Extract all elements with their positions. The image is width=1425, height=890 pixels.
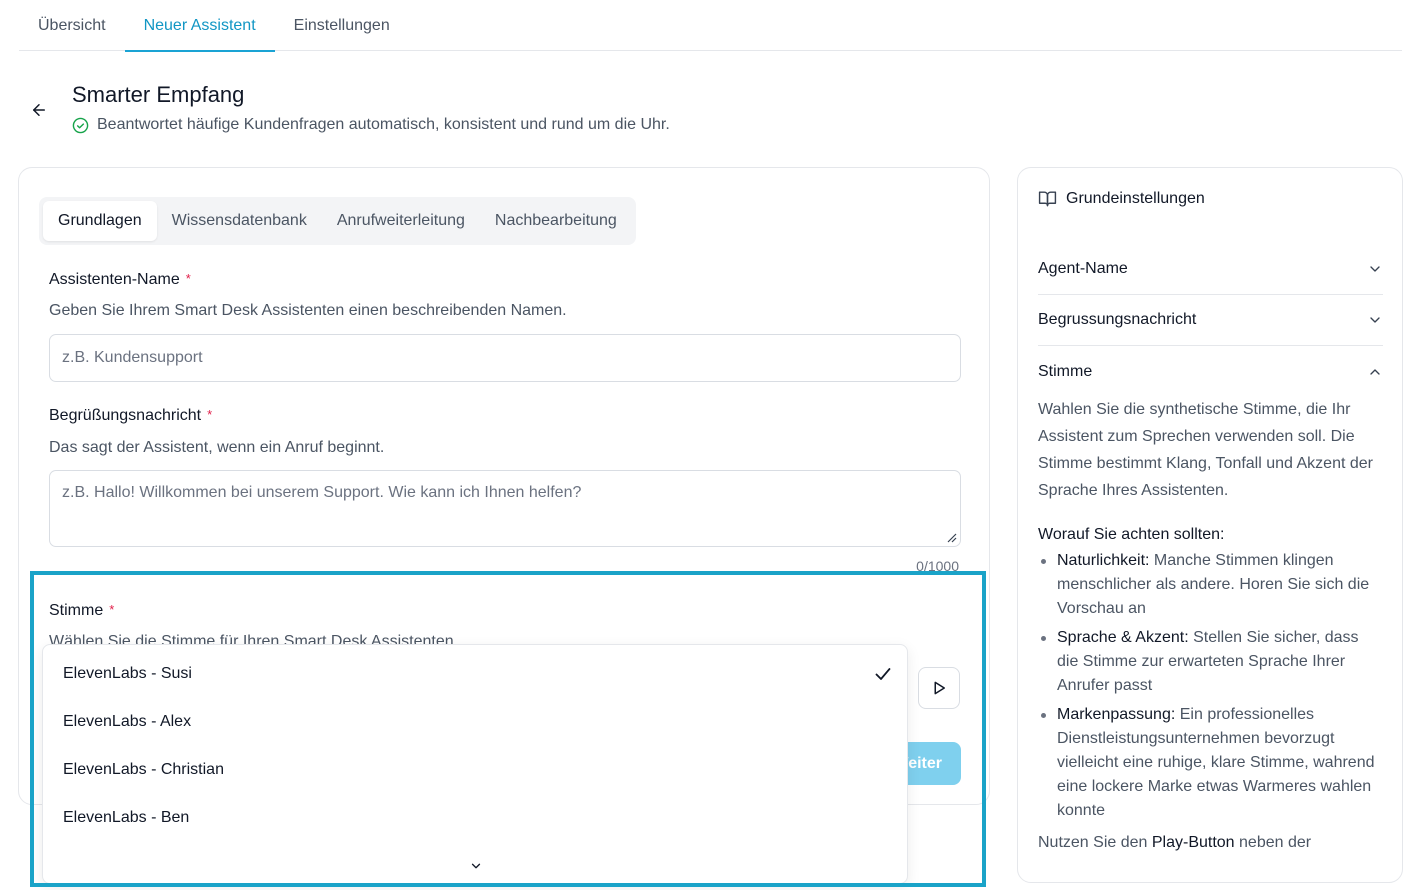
sidebar-footer-text: Nutzen Sie den Play-Button neben der (1038, 834, 1311, 852)
tips-heading: Worauf Sie achten sollten: (1038, 526, 1225, 543)
check-icon (875, 668, 891, 680)
play-icon (934, 681, 945, 695)
option-label: ElevenLabs - Susi (63, 665, 192, 682)
arrow-left-icon (33, 104, 45, 116)
sidebar-header: Grundeinstellungen (1038, 189, 1205, 208)
greeting-char-count: 0/1000 (916, 558, 959, 574)
voice-field-label: Stimme * (49, 602, 114, 620)
option-label: ElevenLabs - Alex (63, 713, 192, 730)
sidebar-title: Grundeinstellungen (1066, 189, 1205, 207)
check-circle-icon (72, 117, 89, 133)
greeting-textarea[interactable]: z.B. Hallo! Willkommen bei unserem Suppo… (49, 470, 961, 547)
greeting-field-label: Begrüßungsnachricht * (49, 407, 212, 425)
chevron-down-icon (1370, 317, 1380, 323)
page-subtitle: Beantwortet häufige Kundenfragen automat… (72, 116, 670, 134)
voice-option-alex[interactable]: ElevenLabs - Alex (43, 698, 907, 746)
footer-bold: Play-Button (1151, 834, 1235, 851)
greeting-label-text: Begrüßungsnachricht (49, 407, 202, 424)
accordion-label: Begrussungsnachricht (1038, 311, 1197, 328)
voice-option-christian[interactable]: ElevenLabs - Christian (43, 746, 907, 794)
chevron-down-icon (1370, 266, 1380, 272)
greeting-field-help: Das sagt der Assistent, wenn ein Anruf b… (49, 439, 385, 456)
chevron-up-icon (1370, 368, 1380, 375)
accordion-agent-name[interactable]: Agent-Name (1038, 244, 1383, 295)
form-tabs: Grundlagen Wissensdatenbank Anrufweiterl… (39, 197, 636, 245)
name-field-label: Assistenten-Name * (49, 271, 191, 289)
required-marker: * (185, 271, 191, 286)
list-item: Sprache & Akzent: Stellen Sie sicher, da… (1038, 626, 1383, 698)
required-marker: * (109, 602, 115, 617)
tab-grundlagen[interactable]: Grundlagen (43, 201, 157, 241)
greeting-placeholder: z.B. Hallo! Willkommen bei unserem Suppo… (62, 484, 582, 501)
voice-option-susi[interactable]: ElevenLabs - Susi (43, 650, 907, 698)
chevron-down-icon[interactable] (469, 859, 483, 873)
footer-post: neben der (1234, 834, 1312, 851)
top-tabs: Übersicht Neuer Assistent Einstellungen (19, 0, 1402, 52)
help-sidebar: Grundeinstellungen Agent-Name Begrussung… (1017, 167, 1403, 883)
subtitle-text: Beantwortet häufige Kundenfragen automat… (97, 116, 670, 133)
option-label: ElevenLabs - Ben (63, 809, 190, 826)
voice-description: Wahlen Sie die synthetische Stimme, die … (1038, 401, 1373, 499)
tab-wissensdatenbank[interactable]: Wissensdatenbank (157, 201, 322, 241)
footer-pre: Nutzen Sie den (1038, 834, 1152, 851)
accordion-begruessung[interactable]: Begrussungsnachricht (1038, 295, 1383, 346)
tab-einstellungen[interactable]: Einstellungen (275, 0, 409, 51)
accordion-label: Stimme (1038, 362, 1093, 380)
name-field-help: Geben Sie Ihrem Smart Desk Assistenten e… (49, 302, 567, 319)
tip-term: Naturlichkeit: (1057, 552, 1150, 569)
tab-anrufweiterleitung[interactable]: Anrufweiterleitung (322, 201, 480, 241)
required-marker: * (207, 407, 213, 422)
name-placeholder: z.B. Kundensupport (62, 349, 203, 366)
list-item: Markenpassung: Ein professionelles Diens… (1038, 703, 1383, 823)
voice-preview-button[interactable] (918, 667, 960, 709)
voice-dropdown: ElevenLabs - Susi ElevenLabs - Alex Elev… (42, 644, 908, 884)
voice-option-ben[interactable]: ElevenLabs - Ben (43, 794, 907, 842)
assistant-name-input[interactable]: z.B. Kundensupport (49, 334, 961, 382)
tab-nachbearbeitung[interactable]: Nachbearbeitung (480, 201, 632, 241)
accordion-label: Agent-Name (1038, 260, 1128, 277)
voice-label-text: Stimme (49, 602, 104, 619)
page-title: Smarter Empfang (72, 82, 245, 107)
back-button[interactable] (28, 99, 50, 121)
tab-neuer-assistent[interactable]: Neuer Assistent (124, 0, 275, 52)
option-label: ElevenLabs - Christian (63, 761, 224, 778)
book-open-icon (1038, 191, 1057, 207)
tab-uebersicht[interactable]: Übersicht (19, 0, 125, 51)
name-label-text: Assistenten-Name (49, 271, 180, 288)
tip-term: Markenpassung: (1057, 706, 1176, 723)
tips-list: Naturlichkeit: Manche Stimmen klingen me… (1038, 549, 1383, 828)
resize-grip-icon[interactable] (947, 533, 957, 543)
tip-term: Sprache & Akzent: (1057, 629, 1189, 646)
list-item: Naturlichkeit: Manche Stimmen klingen me… (1038, 549, 1383, 621)
accordion-stimme[interactable]: Stimme (1038, 346, 1383, 397)
